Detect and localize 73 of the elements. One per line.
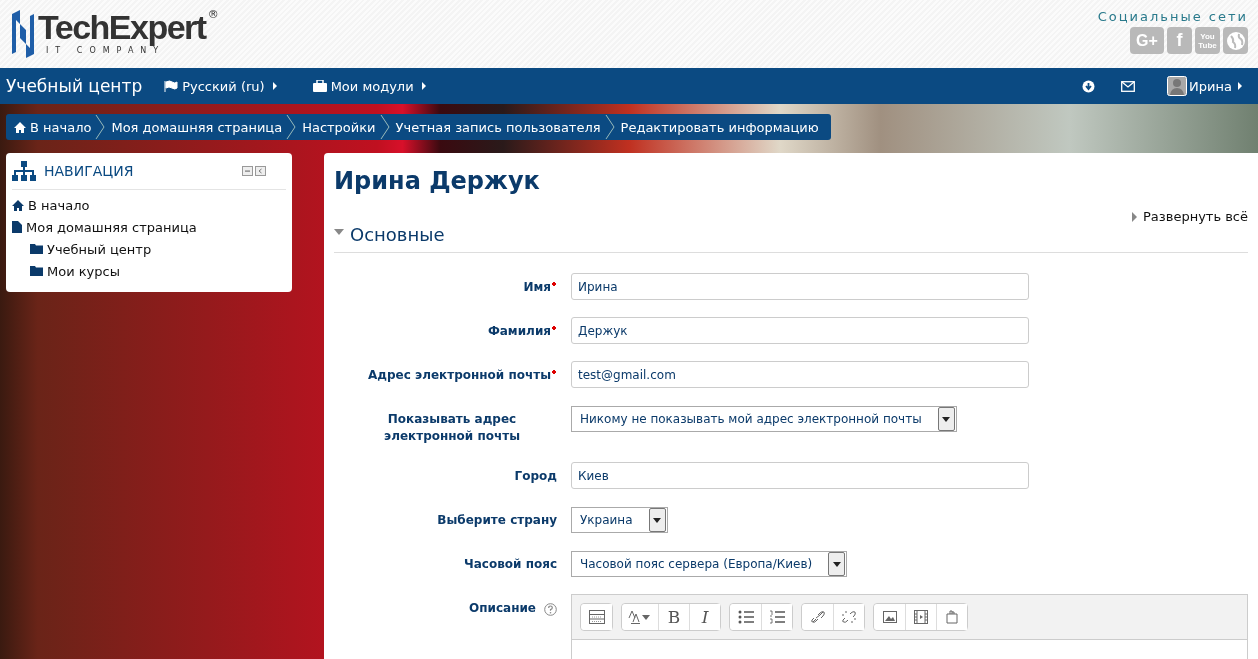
globe-icon xyxy=(1225,30,1246,51)
required-mark-icon xyxy=(551,281,557,287)
dropdown[interactable]: Никому не показывать мой адрес электронной почты xyxy=(571,406,957,432)
field-label: Показывать адрес электронной почты xyxy=(383,411,521,445)
folder-icon xyxy=(30,244,43,254)
logo-name: TechExpert xyxy=(38,8,206,46)
clipboard-icon xyxy=(946,610,958,624)
briefcase-icon xyxy=(312,80,327,92)
breadcrumb-link[interactable]: Учетная запись пользователя xyxy=(395,119,601,135)
logo-tagline: IT COMPANY xyxy=(46,46,167,55)
toolbar-icon xyxy=(588,610,605,624)
dropdown[interactable]: Часовой пояс сервера (Европа/Киев) xyxy=(571,551,848,577)
navigation-item[interactable]: В начало xyxy=(12,194,286,216)
chevron-icon xyxy=(95,114,106,140)
numbered-list-button[interactable] xyxy=(761,604,792,630)
unlink-button[interactable] xyxy=(833,604,864,630)
text-field[interactable]: Держук xyxy=(571,317,1029,344)
field-label: Имя xyxy=(523,279,551,296)
field-label: Часовой пояс xyxy=(464,556,557,573)
field-label: Адрес электронной почты xyxy=(368,367,551,384)
navigation-item[interactable]: Мои курсы xyxy=(30,260,286,282)
field-label: Выберите страну xyxy=(437,512,557,529)
folder-icon xyxy=(30,266,43,276)
flag-icon xyxy=(164,80,179,92)
avatar-icon xyxy=(1167,76,1188,96)
text-field[interactable]: Ирина xyxy=(571,273,1029,300)
navigation-item[interactable]: Моя домашняя страница xyxy=(12,216,286,238)
film-icon xyxy=(914,610,928,624)
mail-icon[interactable] xyxy=(1121,80,1136,92)
minimize-icon[interactable] xyxy=(242,166,253,176)
text-field[interactable]: Киев xyxy=(571,462,1029,489)
expand-all-link[interactable]: Развернуть всё xyxy=(1132,209,1248,224)
field-label: Фамилия xyxy=(487,323,551,340)
chevron-icon xyxy=(379,114,390,140)
home-icon xyxy=(12,199,24,211)
user-menu[interactable]: Ирина xyxy=(1167,76,1242,96)
dock-icon[interactable] xyxy=(255,166,266,176)
navbar-menu[interactable]: Мои модули xyxy=(312,78,426,94)
bullet-list-icon xyxy=(737,610,754,624)
toolbar-toggle-button[interactable] xyxy=(581,604,612,630)
text-field[interactable]: test@gmail.com xyxy=(571,361,1029,388)
breadcrumb-link[interactable]: В начало xyxy=(14,119,92,135)
logo-icon xyxy=(10,8,36,60)
font-size-icon xyxy=(628,610,652,624)
required-mark-icon xyxy=(551,369,557,375)
unlink-icon xyxy=(841,610,857,624)
document-icon xyxy=(12,221,22,233)
download-icon[interactable] xyxy=(1082,79,1096,93)
dropdown[interactable]: Украина xyxy=(571,507,668,533)
navbar-menu[interactable]: Русский (ru) xyxy=(164,78,277,94)
sitemap-icon xyxy=(12,161,36,181)
home-icon xyxy=(14,121,26,133)
text-editor[interactable]: B I xyxy=(571,594,1248,659)
chevron-icon xyxy=(286,114,297,140)
field-label: Город xyxy=(514,468,557,485)
image-icon xyxy=(882,611,897,623)
section-header[interactable]: Основные xyxy=(334,224,1248,245)
navigation-item[interactable]: Учебный центр xyxy=(30,238,286,260)
link-icon xyxy=(809,610,826,624)
breadcrumb-link[interactable]: Настройки xyxy=(302,119,376,135)
required-mark-icon xyxy=(551,325,557,331)
breadcrumb-link[interactable]: Редактировать информацию xyxy=(620,119,819,135)
help-icon[interactable] xyxy=(544,603,557,616)
panel-title: НАВИГАЦИЯ xyxy=(44,163,135,179)
breadcrumb-link[interactable]: Моя домашняя страница xyxy=(111,119,283,135)
chevron-icon xyxy=(604,114,615,140)
site-brand[interactable]: Учебный центр xyxy=(6,76,143,96)
registered-mark: ® xyxy=(207,8,219,21)
field-label: Описание xyxy=(469,600,536,617)
social-title: Социальные сети xyxy=(1097,9,1248,24)
numbered-list-icon xyxy=(769,610,785,624)
page-title: Ирина Держук xyxy=(334,167,541,195)
italic-button[interactable]: I xyxy=(689,604,720,630)
